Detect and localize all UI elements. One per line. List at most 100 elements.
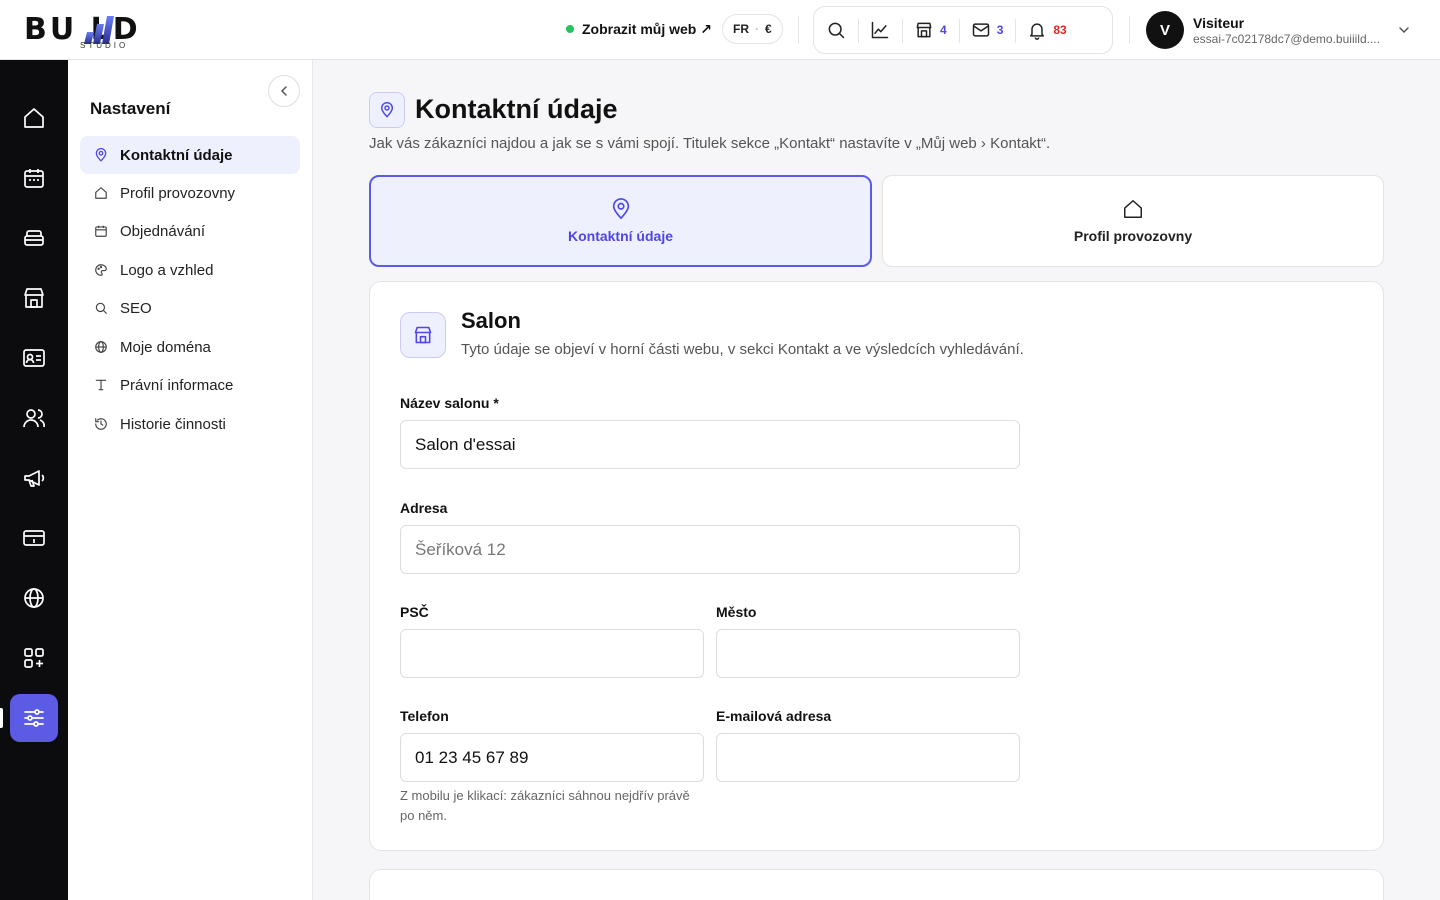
contact-card-icon — [23, 349, 45, 367]
language-currency-switcher[interactable]: FR · € — [722, 14, 783, 44]
rail-home[interactable] — [10, 94, 58, 142]
next-section-card — [369, 869, 1384, 900]
currency-symbol: € — [765, 22, 772, 36]
stats-button[interactable] — [858, 7, 902, 53]
active-rail-marker — [0, 708, 3, 728]
rail-clients[interactable] — [10, 394, 58, 442]
settings-item-label: Kontaktní údaje — [120, 146, 233, 164]
phone-hint: Z mobilu je klikací: zákazníci sáhnou ne… — [400, 788, 690, 823]
rail-contacts[interactable] — [10, 334, 58, 382]
user-info: Visiteur essai-7c02178dc7@demo.buiiild..… — [1193, 15, 1380, 46]
zip-input[interactable] — [400, 629, 704, 678]
rail-calendar[interactable] — [10, 154, 58, 202]
tab-label: Kontaktní údaje — [567, 228, 673, 244]
chart-icon — [871, 21, 889, 39]
settings-item-activity-history[interactable]: Historie činnosti — [80, 405, 300, 443]
mail-icon — [972, 23, 989, 37]
settings-item-contact[interactable]: Kontaktní údaje — [80, 136, 300, 174]
rail-settings[interactable] — [10, 694, 58, 742]
shop-button[interactable]: 4 — [902, 7, 959, 53]
address-input[interactable] — [400, 525, 1020, 574]
build-studio-logo[interactable]: BU LD STUDIO — [24, 8, 184, 52]
view-website-link[interactable]: Zobrazit můj web ↗ — [566, 18, 712, 40]
rail-marketing[interactable] — [10, 454, 58, 502]
user-email: essai-7c02178dc7@demo.buiiild.... — [1193, 31, 1380, 46]
settings-title: Nastavení — [90, 99, 171, 118]
quick-actions-bar: 4 3 83 — [813, 6, 1113, 54]
settings-item-logo-appearance[interactable]: Logo a vzhled — [80, 251, 300, 289]
location-pin-icon — [95, 148, 107, 162]
city-label: Město — [716, 604, 757, 620]
location-pin-icon — [612, 198, 629, 220]
rail-website[interactable] — [10, 574, 58, 622]
city-input[interactable] — [716, 629, 1020, 678]
palette-icon — [95, 264, 107, 276]
main-navigation-rail — [0, 60, 68, 900]
settings-item-booking[interactable]: Objednávání — [80, 212, 300, 250]
salon-name-input[interactable] — [400, 420, 1020, 469]
email-label: E-mailová adresa — [716, 708, 832, 724]
rail-payments[interactable] — [10, 514, 58, 562]
shop-count-badge: 4 — [940, 23, 947, 37]
apps-icon — [24, 648, 44, 668]
salon-section-card: Salon Tyto údaje se objeví v horní části… — [369, 281, 1384, 851]
phone-label: Telefon — [400, 708, 449, 724]
separator-dot: · — [755, 22, 759, 36]
settings-item-business-profile[interactable]: Profil provozovny — [80, 174, 300, 212]
phone-input[interactable] — [400, 733, 704, 782]
users-icon — [23, 409, 45, 428]
online-status-dot — [566, 25, 574, 33]
settings-item-domain[interactable]: Moje doména — [80, 328, 300, 366]
settings-sliders-icon — [24, 709, 44, 727]
divider — [1129, 16, 1130, 44]
home-icon — [24, 108, 44, 128]
settings-item-seo[interactable]: SEO — [80, 289, 300, 327]
rail-services[interactable] — [10, 214, 58, 262]
settings-item-label: SEO — [120, 299, 152, 317]
payment-icon — [23, 530, 45, 546]
search-icon — [95, 302, 107, 314]
bell-icon — [1030, 23, 1045, 40]
store-icon — [916, 22, 932, 38]
tab-business-profile[interactable]: Profil provozovny — [882, 175, 1384, 267]
settings-item-label: Právní informace — [120, 376, 234, 394]
section-title: Salon — [461, 308, 521, 333]
text-icon — [95, 379, 107, 391]
main-content: Kontaktní údaje Jak vás zákazníci najdou… — [313, 60, 1440, 900]
salon-name-label: Název salonu * — [400, 395, 499, 411]
section-header-icon — [400, 312, 446, 358]
tab-label: Profil provozovny — [1073, 228, 1193, 244]
logo-bars-icon — [84, 16, 114, 44]
tab-contact-details[interactable]: Kontaktní údaje — [369, 175, 872, 267]
language-code: FR — [733, 22, 749, 36]
search-icon — [828, 22, 845, 39]
settings-item-label: Moje doména — [120, 338, 211, 356]
calendar-icon — [24, 169, 44, 188]
history-icon — [95, 418, 107, 430]
settings-item-label: Logo a vzhled — [120, 261, 214, 279]
settings-item-label: Historie činnosti — [120, 415, 226, 433]
messages-button[interactable]: 3 — [958, 7, 1016, 53]
logo-subtitle: STUDIO — [80, 41, 129, 50]
divider — [798, 16, 799, 44]
search-button[interactable] — [814, 7, 858, 53]
collapse-sidebar-button[interactable] — [268, 75, 300, 107]
megaphone-icon — [24, 470, 45, 487]
settings-item-legal[interactable]: Právní informace — [80, 366, 300, 404]
chevron-left-icon — [280, 86, 287, 96]
user-name: Visiteur — [1193, 14, 1245, 31]
settings-item-label: Objednávání — [120, 222, 206, 240]
services-icon — [24, 230, 44, 246]
avatar: V — [1146, 11, 1184, 49]
page-title: Kontaktní údaje — [415, 94, 618, 124]
rail-apps[interactable] — [10, 634, 58, 682]
user-menu[interactable]: V Visiteur essai-7c02178dc7@demo.buiiild… — [1146, 10, 1416, 50]
notifications-button[interactable]: 83 — [1015, 7, 1078, 53]
location-pin-icon — [380, 102, 394, 118]
email-input[interactable] — [716, 733, 1020, 782]
globe-icon — [95, 341, 107, 353]
view-website-label: Zobrazit můj web ↗ — [582, 20, 712, 37]
rail-store[interactable] — [10, 274, 58, 322]
top-bar: BU LD STUDIO Zobrazit můj web ↗ FR · € 4 — [0, 0, 1440, 60]
store-icon — [24, 288, 44, 308]
